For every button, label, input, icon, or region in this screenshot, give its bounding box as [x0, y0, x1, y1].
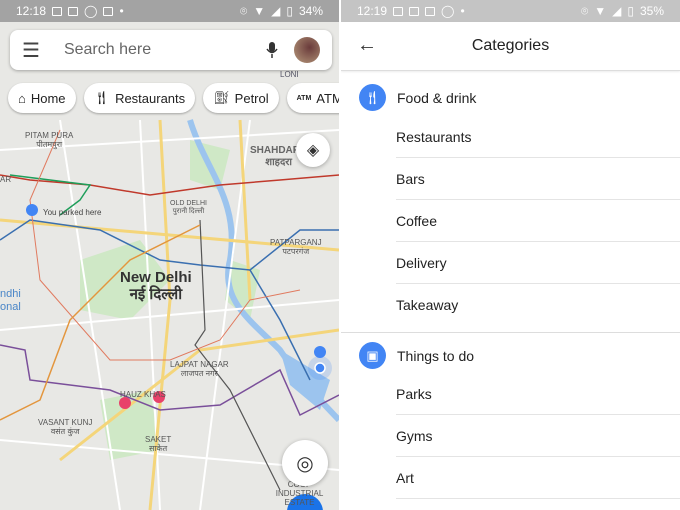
layers-button[interactable]: ◈: [296, 133, 330, 167]
map-label: AR: [0, 175, 12, 184]
status-bar: 12:18 ◯ • ⌾ ▼ ◢ ▯ 34%: [0, 0, 339, 22]
category-item[interactable]: Gyms: [396, 415, 680, 457]
section-food-drink: 🍴︎ Food & drink: [341, 84, 680, 111]
layers-icon: ◈: [306, 142, 320, 159]
chip-petrol[interactable]: ⛽︎ Petrol: [203, 83, 279, 113]
map-label: OLD DELHI पुरानी दिल्ली: [170, 200, 207, 216]
header: ← Categories: [341, 22, 680, 71]
battery-icon: ▯: [286, 4, 293, 18]
whatsapp-icon: ◯: [84, 4, 98, 18]
category-item[interactable]: Parks: [396, 373, 680, 415]
wifi-icon: ▼: [594, 4, 607, 18]
notification-icon: [68, 6, 79, 16]
avatar[interactable]: [294, 37, 320, 63]
microphone-icon[interactable]: [266, 41, 278, 59]
home-icon: ⌂: [18, 90, 26, 106]
map-label: VASANT KUNJ वसंत कुंज: [38, 418, 93, 437]
fuel-pump-icon: ⛽︎: [213, 90, 230, 105]
city-label: New Delhi नई दिल्ली: [120, 269, 192, 304]
signal-icon: ◢: [612, 4, 622, 18]
ticket-icon: ▣: [359, 342, 386, 369]
my-location-button[interactable]: ◎: [282, 440, 328, 486]
my-location-dot: [314, 362, 326, 374]
status-bar: 12:19 ◯ • ⌾ ▼ ◢ ▯ 35%: [341, 0, 680, 22]
battery-level: 35%: [639, 4, 664, 18]
signal-icon: ◢: [271, 4, 281, 18]
dot-icon: •: [460, 4, 465, 18]
category-item[interactable]: Restaurants: [396, 116, 680, 158]
battery-level: 34%: [298, 4, 323, 18]
location-icon: ⌾: [581, 3, 589, 18]
chip-atms[interactable]: ATMATMs: [286, 83, 339, 113]
wifi-icon: ▼: [253, 4, 266, 18]
notification-icon: [52, 6, 63, 16]
map-label: ndhi onal: [0, 288, 21, 313]
battery-icon: ▯: [627, 4, 634, 18]
crosshair-icon: ◎: [296, 452, 314, 475]
menu-icon[interactable]: ☰: [22, 38, 40, 63]
categories-screen: 12:19 ◯ • ⌾ ▼ ◢ ▯ 35% ← Categories 🍴︎ Fo…: [341, 0, 680, 510]
section-divider: [341, 332, 680, 333]
dot-icon: •: [119, 4, 124, 18]
parked-car-pin: [26, 204, 38, 216]
chip-restaurants[interactable]: 🍴︎ Restaurants: [83, 83, 196, 113]
fork-knife-icon: 🍴︎: [93, 90, 111, 105]
notification-icon: [425, 6, 436, 16]
search-bar[interactable]: ☰ Search here: [10, 30, 332, 70]
map-label: SAKET साकेत: [145, 435, 172, 454]
whatsapp-icon: ◯: [441, 4, 455, 18]
fork-knife-icon: 🍴︎: [359, 84, 386, 111]
category-item[interactable]: Takeaway: [396, 284, 680, 326]
map-label: HAUZ KHAS: [120, 390, 166, 399]
notification-icon: [393, 6, 404, 16]
map-label: LAJPAT NAGAR लाजपत नगर: [170, 360, 229, 379]
section-things-to-do: ▣ Things to do: [341, 342, 680, 369]
map-screen: LONI PITAM PURA पीतमपुरा SHAHDARA शाहदरा A…: [0, 0, 339, 510]
chip-home[interactable]: ⌂ Home: [8, 83, 76, 113]
category-item[interactable]: Art: [396, 457, 680, 499]
parked-label[interactable]: You parked here: [43, 208, 101, 217]
notification-icon: [409, 6, 420, 16]
category-item[interactable]: Bars: [396, 158, 680, 200]
status-time: 12:18: [16, 4, 47, 18]
notification-icon: [103, 6, 114, 16]
category-item[interactable]: Coffee: [396, 200, 680, 242]
atm-icon: ATM: [296, 94, 312, 102]
map-label: PATPARGANJ पटपरगंज: [270, 238, 322, 257]
location-icon: ⌾: [240, 3, 248, 18]
page-title: Categories: [471, 37, 550, 54]
map-label: LONI: [280, 70, 299, 79]
category-item[interactable]: Delivery: [396, 242, 680, 284]
search-input[interactable]: Search here: [64, 41, 266, 59]
status-time: 12:19: [357, 4, 388, 18]
map-label: PITAM PURA पीतमपुरा: [25, 131, 74, 150]
category-chips: ⌂Home 🍴︎Restaurants ⛽︎Petrol ATMATMs: [8, 83, 339, 113]
